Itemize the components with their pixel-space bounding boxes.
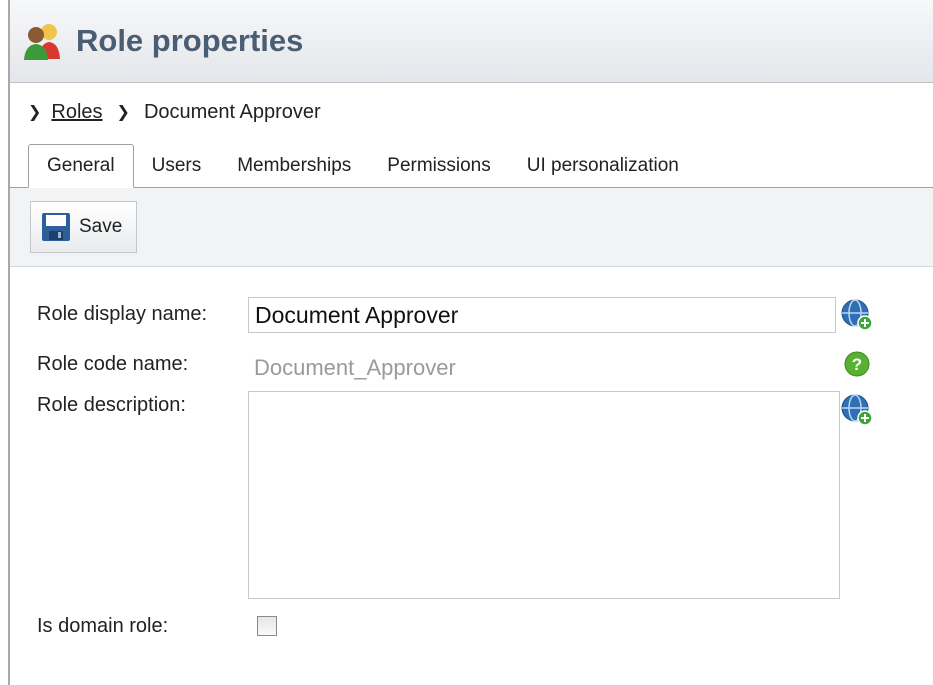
- breadcrumb-current: Document Approver: [143, 100, 321, 123]
- svg-text:?: ?: [852, 355, 862, 374]
- domain-role-checkbox[interactable]: [257, 616, 277, 636]
- tab-general[interactable]: General: [28, 144, 134, 188]
- toolbar: Save: [10, 188, 933, 267]
- description-textarea[interactable]: [248, 391, 840, 599]
- localize-globe-icon[interactable]: [840, 393, 874, 427]
- tab-users[interactable]: Users: [134, 145, 220, 187]
- tab-permissions[interactable]: Permissions: [369, 145, 508, 187]
- role-properties-page: Role properties ❯ Roles ❯ Document Appro…: [10, 0, 933, 685]
- page-header: Role properties: [10, 0, 933, 83]
- tab-ui-personalization[interactable]: UI personalization: [509, 145, 697, 187]
- help-icon[interactable]: ?: [844, 351, 870, 377]
- chevron-right-icon: ❯: [116, 104, 130, 121]
- page-title: Role properties: [76, 23, 304, 58]
- tab-bar: General Users Memberships Permissions UI…: [10, 141, 933, 188]
- floppy-disk-icon: [41, 212, 71, 242]
- chevron-right-icon: ❯: [28, 104, 42, 121]
- breadcrumb: ❯ Roles ❯ Document Approver: [10, 83, 933, 141]
- code-name-value: Document_Approver: [254, 355, 456, 380]
- breadcrumb-roles-link[interactable]: Roles: [51, 101, 102, 124]
- save-button[interactable]: Save: [30, 201, 138, 253]
- code-name-label: Role code name:: [37, 353, 189, 375]
- localize-globe-icon[interactable]: [840, 298, 874, 332]
- description-label: Role description:: [37, 394, 186, 416]
- tab-memberships[interactable]: Memberships: [219, 145, 369, 187]
- display-name-label: Role display name:: [37, 303, 208, 325]
- display-name-input[interactable]: [248, 297, 836, 333]
- save-button-label: Save: [79, 216, 123, 237]
- domain-role-label: Is domain role:: [37, 615, 169, 637]
- users-icon: [22, 21, 62, 61]
